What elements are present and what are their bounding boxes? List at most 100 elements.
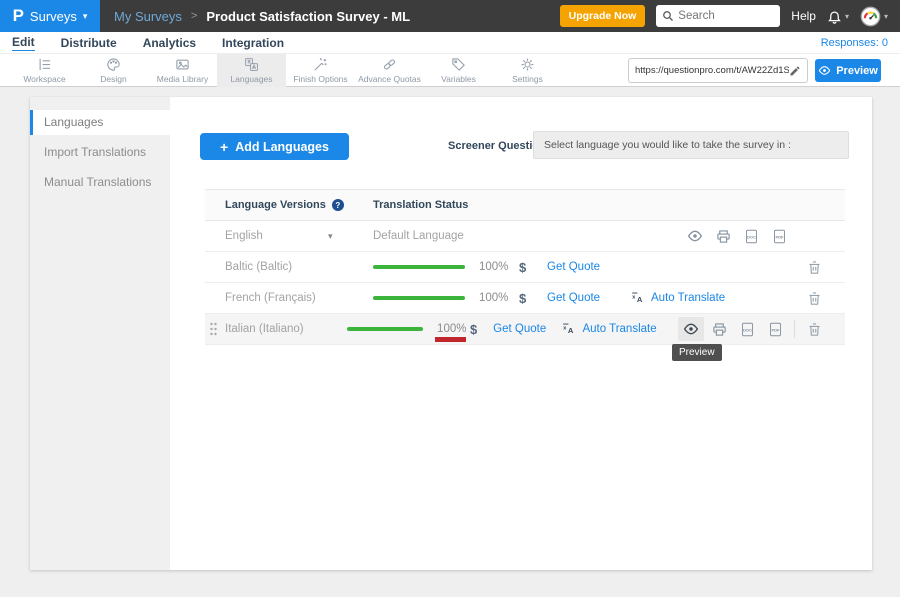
product-menu-label: Surveys <box>30 9 77 24</box>
upgrade-now-button[interactable]: Upgrade Now <box>560 5 646 27</box>
toolbar-finish-options[interactable]: Finish Options <box>286 54 355 87</box>
sidebar-item-manual-translations[interactable]: Manual Translations <box>30 170 170 195</box>
survey-nav: Edit Distribute Analytics Integration Re… <box>0 32 900 54</box>
progress-percent: 100% <box>479 261 519 273</box>
search-box[interactable] <box>656 5 780 27</box>
toolbar-languages[interactable]: Languages <box>217 54 286 87</box>
delete-trash-icon[interactable] <box>801 286 827 310</box>
page-title: Product Satisfaction Survey - ML <box>206 9 410 24</box>
media-library-icon <box>175 57 190 72</box>
help-question-icon[interactable]: ? <box>332 199 344 211</box>
bell-icon <box>827 9 842 24</box>
chevron-down-icon: ▾ <box>845 12 849 21</box>
drag-handle-icon[interactable] <box>209 322 218 336</box>
screener-question-select[interactable]: Select language you would like to take t… <box>533 131 849 159</box>
table-header: Language Versions ? Translation Status <box>205 189 845 221</box>
svg-text:PDF: PDF <box>775 234 784 239</box>
tab-analytics[interactable]: Analytics <box>143 36 196 50</box>
svg-text:A: A <box>637 295 643 304</box>
questionpro-logo: P <box>13 6 24 26</box>
toolbar-advance-quotas[interactable]: Advance Quotas <box>355 54 424 87</box>
language-name: Baltic (Baltic) <box>225 261 373 273</box>
translate-icon: xA <box>562 322 576 336</box>
preview-button[interactable]: Preview <box>815 59 881 82</box>
get-quote-link[interactable]: Get Quote <box>547 292 631 304</box>
languages-sidebar: Languages Import Translations Manual Tra… <box>30 97 170 570</box>
chain-links-icon <box>382 57 397 72</box>
breadcrumb-my-surveys[interactable]: My Surveys <box>114 9 182 24</box>
account-menu[interactable]: ▾ <box>860 6 888 27</box>
notifications-menu[interactable]: ▾ <box>827 9 849 24</box>
magic-wand-icon <box>313 57 328 72</box>
gear-icon <box>520 57 535 72</box>
chevron-down-icon: ▾ <box>884 12 888 21</box>
get-quote-link[interactable]: Get Quote <box>547 261 631 273</box>
language-select[interactable]: English ▾ <box>225 230 373 242</box>
translation-progress-bar <box>373 265 465 269</box>
workspace-icon <box>37 57 52 72</box>
responses-count[interactable]: Responses: 0 <box>821 37 888 49</box>
red-annotation-marker <box>435 337 466 342</box>
chevron-down-icon: ▾ <box>83 12 88 21</box>
auto-translate-link[interactable]: xA Auto Translate <box>562 322 678 336</box>
progress-percent: 100% <box>479 292 519 304</box>
edit-toolbar: Workspace Design Media Library Languages… <box>0 54 900 87</box>
sidebar-item-languages[interactable]: Languages <box>30 110 170 135</box>
svg-text:PDF: PDF <box>771 327 780 332</box>
svg-text:x: x <box>632 295 636 301</box>
product-menu[interactable]: P Surveys ▾ <box>0 0 100 32</box>
table-row-italian: Italian (Italiano) 100% $ Get Quote xA A… <box>205 314 845 345</box>
progress-percent: 100% <box>437 323 470 335</box>
survey-url-input[interactable] <box>635 65 789 76</box>
eye-icon <box>818 64 831 77</box>
tab-distribute[interactable]: Distribute <box>61 36 117 50</box>
print-icon[interactable] <box>706 317 732 341</box>
language-name: French (Français) <box>225 292 373 304</box>
search-icon <box>662 10 674 22</box>
breadcrumb: My Surveys > Product Satisfaction Survey… <box>114 9 410 24</box>
toolbar-variables[interactable]: Variables <box>424 54 493 87</box>
export-pdf-icon[interactable]: PDF <box>762 317 788 341</box>
add-languages-button[interactable]: + Add Languages <box>200 133 349 160</box>
translation-progress-bar <box>373 296 465 300</box>
export-pdf-icon[interactable]: PDF <box>766 224 792 248</box>
preview-eye-icon[interactable]: Preview <box>678 317 704 341</box>
toolbar-settings[interactable]: Settings <box>493 54 562 87</box>
default-language-label: Default Language <box>373 230 464 242</box>
delete-trash-icon[interactable] <box>801 317 827 341</box>
languages-icon <box>244 57 259 72</box>
dollar-icon: $ <box>519 260 547 275</box>
toolbar-design[interactable]: Design <box>79 54 148 87</box>
translate-icon: xA <box>631 291 645 305</box>
languages-panel: Languages Import Translations Manual Tra… <box>30 97 872 570</box>
svg-text:DOC: DOC <box>743 327 752 332</box>
auto-translate-link[interactable]: xA Auto Translate <box>631 291 771 305</box>
print-icon[interactable] <box>710 224 736 248</box>
content-area: Languages Import Translations Manual Tra… <box>0 87 900 597</box>
help-link[interactable]: Help <box>791 9 816 23</box>
table-row-english: English ▾ Default Language DOC PDF <box>205 221 845 252</box>
dollar-icon: $ <box>470 322 493 337</box>
toolbar-media-library[interactable]: Media Library <box>148 54 217 87</box>
translation-progress-bar <box>347 327 423 331</box>
divider <box>794 320 795 338</box>
table-row-french: French (Français) 100% $ Get Quote xA Au… <box>205 283 845 314</box>
svg-text:x: x <box>564 326 568 332</box>
preview-eye-icon[interactable] <box>682 224 708 248</box>
search-input[interactable] <box>678 10 768 22</box>
toolbar-workspace[interactable]: Workspace <box>10 54 79 87</box>
sidebar-item-import-translations[interactable]: Import Translations <box>30 140 170 165</box>
svg-text:A: A <box>568 326 574 335</box>
get-quote-link[interactable]: Get Quote <box>493 323 562 335</box>
export-doc-icon[interactable]: DOC <box>738 224 764 248</box>
breadcrumb-separator-icon: > <box>191 10 197 22</box>
col-language-versions: Language Versions <box>225 199 326 211</box>
tab-integration[interactable]: Integration <box>222 36 284 50</box>
avatar <box>860 6 881 27</box>
export-doc-icon[interactable]: DOC <box>734 317 760 341</box>
delete-trash-icon[interactable] <box>801 255 827 279</box>
tab-edit[interactable]: Edit <box>12 35 35 51</box>
edit-pencil-icon[interactable] <box>789 65 801 77</box>
dollar-icon: $ <box>519 291 547 306</box>
languages-main: + Add Languages Screener Question : Sele… <box>170 97 872 570</box>
